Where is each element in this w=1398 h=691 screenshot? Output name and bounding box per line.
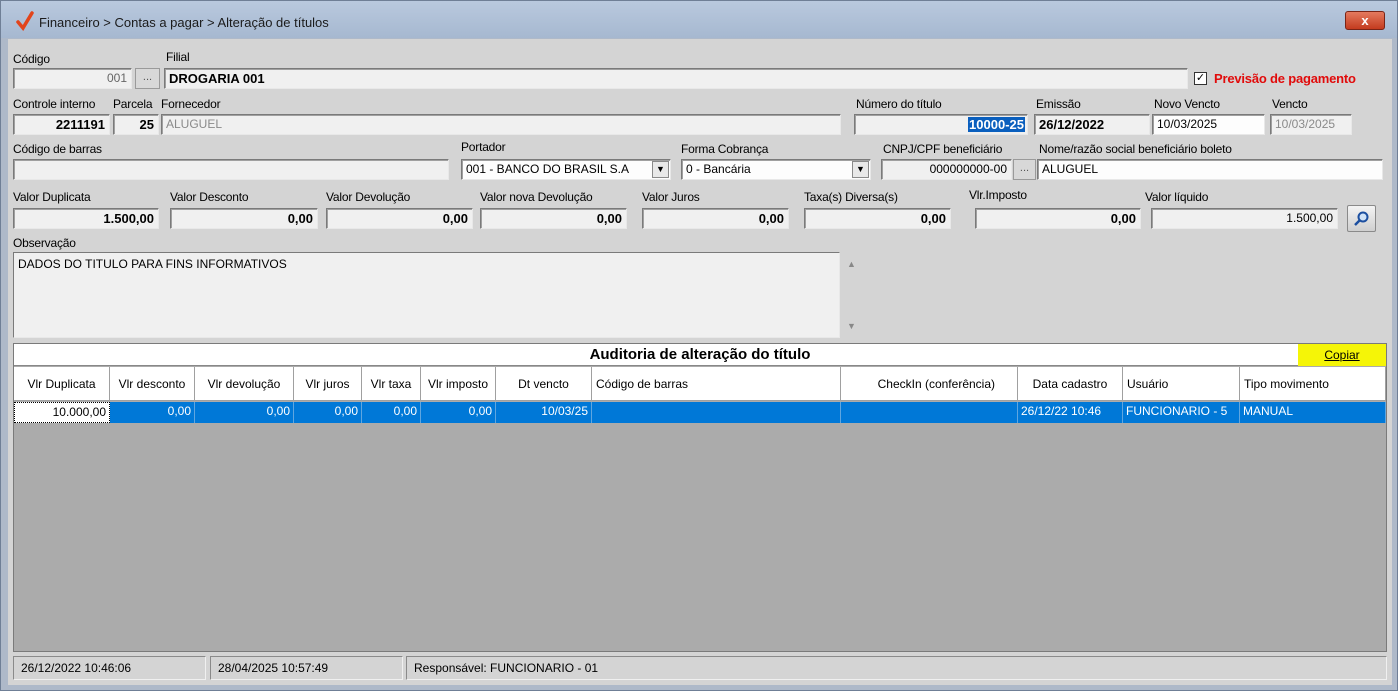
app-window: Financeiro > Contas a pagar > Alteração … — [0, 0, 1398, 691]
cnpj-lookup-button[interactable]: ... — [1013, 159, 1036, 180]
status-bar: 26/12/2022 10:46:06 28/04/2025 10:57:49 … — [13, 656, 1387, 680]
controle-field[interactable]: 2211191 — [13, 114, 110, 135]
novo-vencto-field[interactable]: 10/03/2025 — [1152, 114, 1265, 135]
fornecedor-field[interactable]: ALUGUEL — [161, 114, 841, 135]
valor-liquido-field[interactable]: 1.500,00 — [1151, 208, 1338, 229]
nome-beneficiario-field[interactable]: ALUGUEL — [1037, 159, 1383, 180]
cell-vlr-imposto[interactable]: 0,00 — [421, 402, 496, 423]
valor-devolucao-label: Valor Devolução — [326, 190, 411, 204]
auditoria-title: Auditoria de alteração do título — [14, 344, 1386, 366]
codigo-field[interactable]: 001 — [13, 68, 132, 89]
forma-cobranca-select[interactable]: 0 - Bancária — [681, 159, 871, 180]
valor-duplicata-field[interactable]: 1.500,00 — [13, 208, 159, 229]
cell-vlr-devolucao[interactable]: 0,00 — [195, 402, 294, 423]
close-button[interactable]: x — [1345, 11, 1385, 30]
numero-titulo-field[interactable]: 10000-25 — [854, 114, 1028, 135]
cell-checkin[interactable] — [841, 402, 1018, 423]
taxas-diversas-label: Taxa(s) Diversa(s) — [804, 190, 898, 204]
valor-desconto-label: Valor Desconto — [170, 190, 249, 204]
codigo-barras-label: Código de barras — [13, 142, 102, 156]
window-title: Financeiro > Contas a pagar > Alteração … — [39, 15, 329, 30]
portador-select[interactable]: 001 - BANCO DO BRASIL S.A — [461, 159, 671, 180]
portador-label: Portador — [461, 140, 506, 154]
col-data-cadastro[interactable]: Data cadastro — [1018, 367, 1123, 401]
valor-imposto-label: Vlr.Imposto — [969, 188, 1027, 202]
status-created: 26/12/2022 10:46:06 — [13, 656, 206, 680]
codigo-label: Código — [13, 52, 50, 66]
valor-juros-field[interactable]: 0,00 — [642, 208, 789, 229]
taxas-diversas-field[interactable]: 0,00 — [804, 208, 951, 229]
cell-vlr-juros[interactable]: 0,00 — [294, 402, 362, 423]
cell-data-cadastro[interactable]: 26/12/22 10:46 — [1018, 402, 1123, 423]
col-dt-vencto[interactable]: Dt vencto — [496, 367, 592, 401]
vencto-field[interactable]: 10/03/2025 — [1270, 114, 1352, 135]
emissao-label: Emissão — [1036, 97, 1081, 111]
col-checkin[interactable]: CheckIn (conferência) — [841, 367, 1018, 401]
previsao-label[interactable]: Previsão de pagamento — [1214, 71, 1356, 86]
col-vlr-imposto[interactable]: Vlr imposto — [421, 367, 496, 401]
cell-vlr-duplicata[interactable]: 10.000,00 — [14, 402, 110, 423]
forma-cobranca-dropdown-icon[interactable]: ▼ — [852, 161, 869, 178]
valor-imposto-field[interactable]: 0,00 — [975, 208, 1141, 229]
cell-usuario[interactable]: FUNCIONARIO - 5 — [1123, 402, 1240, 423]
numero-titulo-label: Número do título — [856, 97, 942, 111]
codigo-barras-field[interactable] — [13, 159, 449, 180]
scroll-up-icon[interactable]: ▲ — [847, 259, 856, 269]
filial-label: Filial — [166, 50, 190, 64]
valor-nova-devolucao-label: Valor nova Devolução — [480, 190, 593, 204]
novo-vencto-label: Novo Vencto — [1154, 97, 1220, 111]
controle-label: Controle interno — [13, 97, 96, 111]
portador-dropdown-icon[interactable]: ▼ — [652, 161, 669, 178]
forma-cobranca-value: 0 - Bancária — [686, 162, 751, 176]
fornecedor-label: Fornecedor — [161, 97, 221, 111]
col-usuario[interactable]: Usuário — [1123, 367, 1240, 401]
valor-devolucao-field[interactable]: 0,00 — [326, 208, 473, 229]
copiar-button[interactable]: Copiar — [1298, 344, 1386, 366]
cell-tipo-movimento[interactable]: MANUAL — [1240, 402, 1386, 423]
cell-codigo-barras[interactable] — [592, 402, 841, 423]
col-vlr-devolucao[interactable]: Vlr devolução — [195, 367, 294, 401]
auditoria-grid: Auditoria de alteração do título Copiar … — [13, 343, 1387, 652]
col-vlr-juros[interactable]: Vlr juros — [294, 367, 362, 401]
valor-juros-label: Valor Juros — [642, 190, 700, 204]
title-bar[interactable]: Financeiro > Contas a pagar > Alteração … — [1, 1, 1397, 38]
filial-field[interactable]: DROGARIA 001 — [164, 68, 1188, 89]
numero-titulo-selected: 10000-25 — [968, 117, 1025, 132]
previsao-checkbox[interactable]: ✓ — [1194, 72, 1207, 85]
col-vlr-duplicata[interactable]: Vlr Duplicata — [14, 367, 110, 401]
forma-cobranca-label: Forma Cobrança — [681, 142, 769, 156]
col-vlr-taxa[interactable]: Vlr taxa — [362, 367, 421, 401]
form-area: Código 001 ... Filial DROGARIA 001 ✓ Pre… — [8, 39, 1392, 685]
search-button[interactable] — [1347, 205, 1376, 232]
col-vlr-desconto[interactable]: Vlr desconto — [110, 367, 195, 401]
cell-vlr-taxa[interactable]: 0,00 — [362, 402, 421, 423]
checkmark-logo-icon — [16, 11, 34, 31]
valor-nova-devolucao-field[interactable]: 0,00 — [480, 208, 627, 229]
valor-duplicata-label: Valor Duplicata — [13, 190, 91, 204]
parcela-label: Parcela — [113, 97, 153, 111]
observacao-textarea[interactable]: DADOS DO TITULO PARA FINS INFORMATIVOS — [13, 252, 840, 338]
codigo-lookup-button[interactable]: ... — [135, 68, 160, 89]
scroll-down-icon[interactable]: ▼ — [847, 321, 856, 331]
cnpj-label: CNPJ/CPF beneficiário — [883, 142, 1003, 156]
vencto-label: Vencto — [1272, 97, 1308, 111]
status-responsavel: Responsável: FUNCIONARIO - 01 — [406, 656, 1387, 680]
valor-desconto-field[interactable]: 0,00 — [170, 208, 318, 229]
portador-value: 001 - BANCO DO BRASIL S.A — [466, 162, 629, 176]
col-codigo-barras[interactable]: Código de barras — [592, 367, 841, 401]
cell-vlr-desconto[interactable]: 0,00 — [110, 402, 195, 423]
parcela-field[interactable]: 25 — [113, 114, 159, 135]
nome-beneficiario-label: Nome/razão social beneficiário boleto — [1039, 142, 1232, 156]
cnpj-field[interactable]: 000000000-00 — [881, 159, 1012, 180]
magnifier-icon — [1353, 211, 1368, 226]
status-updated: 28/04/2025 10:57:49 — [210, 656, 403, 680]
observacao-label: Observação — [13, 236, 76, 250]
emissao-field[interactable]: 26/12/2022 — [1034, 114, 1150, 135]
valor-liquido-label: Valor líquido — [1145, 190, 1209, 204]
col-tipo-movimento[interactable]: Tipo movimento — [1240, 367, 1386, 401]
cell-dt-vencto[interactable]: 10/03/25 — [496, 402, 592, 423]
